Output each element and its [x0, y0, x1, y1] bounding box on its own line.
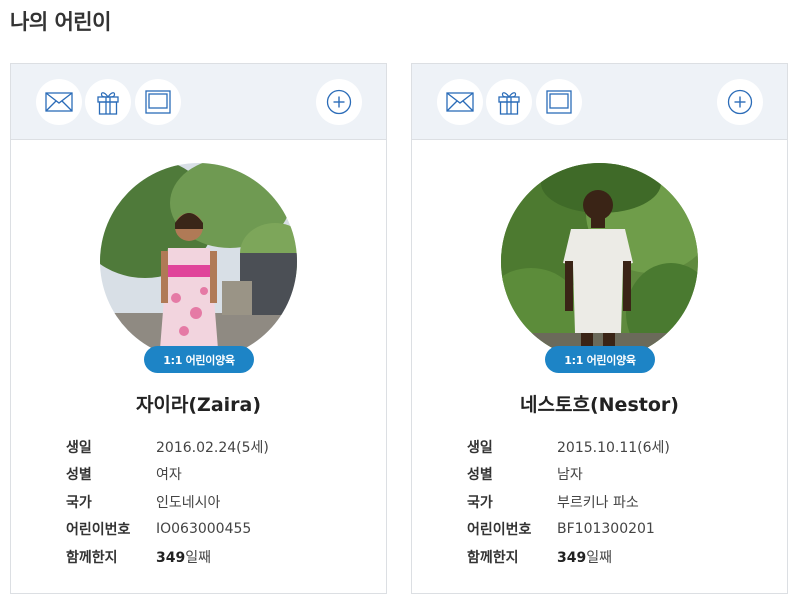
together-label: 함께한지 — [66, 549, 118, 566]
photo-frame-button[interactable] — [536, 79, 582, 125]
page-title: 나의 어린이 — [10, 10, 111, 34]
gender-value: 여자 — [156, 467, 182, 484]
plus-circle-icon — [727, 89, 753, 115]
info-row-together: 함께한지 349일째 — [467, 543, 767, 571]
info-row-gender: 성별 여자 — [66, 461, 366, 489]
send-gift-button[interactable] — [486, 79, 532, 125]
together-value: 349일째 — [557, 547, 612, 567]
photo-frame-button[interactable] — [135, 79, 181, 125]
birth-value: 2016.02.24(5세) — [156, 439, 269, 456]
card-toolbar — [11, 64, 386, 140]
child-name: 자이라(Zaira) — [135, 394, 262, 416]
info-row-country: 국가 인도네시아 — [66, 488, 366, 516]
together-label: 함께한지 — [467, 549, 519, 566]
birth-value: 2015.10.11(6세) — [557, 439, 670, 456]
country-label: 국가 — [66, 494, 92, 511]
info-row-child-no: 어린이번호 IO063000455 — [66, 516, 366, 544]
child-name: 네스토흐(Nestor) — [520, 394, 679, 416]
photo-frame-icon — [145, 90, 171, 114]
info-row-gender: 성별 남자 — [467, 461, 767, 489]
country-value: 부르키나 파소 — [557, 494, 639, 511]
card-toolbar — [412, 64, 787, 140]
gender-label: 성별 — [467, 467, 493, 484]
program-badge: 1:1 어린이양육 — [545, 346, 655, 373]
birth-label: 생일 — [467, 439, 493, 456]
gender-value: 남자 — [557, 467, 583, 484]
together-value: 349일째 — [156, 547, 211, 567]
together-days-unit: 일째 — [185, 549, 211, 566]
child-card: 1:1 어린이양육 자이라(Zaira) 생일 2016.02.24(5세) 성… — [10, 63, 387, 594]
envelope-icon — [446, 92, 474, 112]
child-no-value: IO063000455 — [156, 521, 252, 538]
info-row-child-no: 어린이번호 BF101300201 — [467, 516, 767, 544]
info-row-birth: 생일 2016.02.24(5세) — [66, 433, 366, 461]
gift-icon — [498, 92, 520, 115]
child-photo — [501, 163, 698, 360]
photo-frame-icon — [546, 90, 572, 114]
gender-label: 성별 — [66, 467, 92, 484]
add-button[interactable] — [717, 79, 763, 125]
child-photo — [100, 163, 297, 360]
child-info: 생일 2015.10.11(6세) 성별 남자 국가 부르키나 파소 어린이번호… — [467, 433, 767, 571]
plus-circle-icon — [326, 89, 352, 115]
together-days-unit: 일째 — [586, 549, 612, 566]
together-days-number: 349 — [557, 549, 587, 566]
info-row-birth: 생일 2015.10.11(6세) — [467, 433, 767, 461]
add-button[interactable] — [316, 79, 362, 125]
child-no-value: BF101300201 — [557, 521, 655, 538]
envelope-icon — [45, 92, 73, 112]
send-letter-button[interactable] — [36, 79, 82, 125]
program-badge: 1:1 어린이양육 — [144, 346, 254, 373]
child-info: 생일 2016.02.24(5세) 성별 여자 국가 인도네시아 어린이번호 I… — [66, 433, 366, 571]
birth-label: 생일 — [66, 439, 92, 456]
child-no-label: 어린이번호 — [66, 522, 131, 539]
send-gift-button[interactable] — [85, 79, 131, 125]
country-label: 국가 — [467, 494, 493, 511]
together-days-number: 349 — [156, 549, 186, 566]
country-value: 인도네시아 — [156, 494, 221, 511]
child-no-label: 어린이번호 — [467, 522, 532, 539]
info-row-country: 국가 부르키나 파소 — [467, 488, 767, 516]
send-letter-button[interactable] — [437, 79, 483, 125]
child-card: 1:1 어린이양육 네스토흐(Nestor) 생일 2015.10.11(6세)… — [411, 63, 788, 594]
info-row-together: 함께한지 349일째 — [66, 543, 366, 571]
gift-icon — [97, 92, 119, 115]
